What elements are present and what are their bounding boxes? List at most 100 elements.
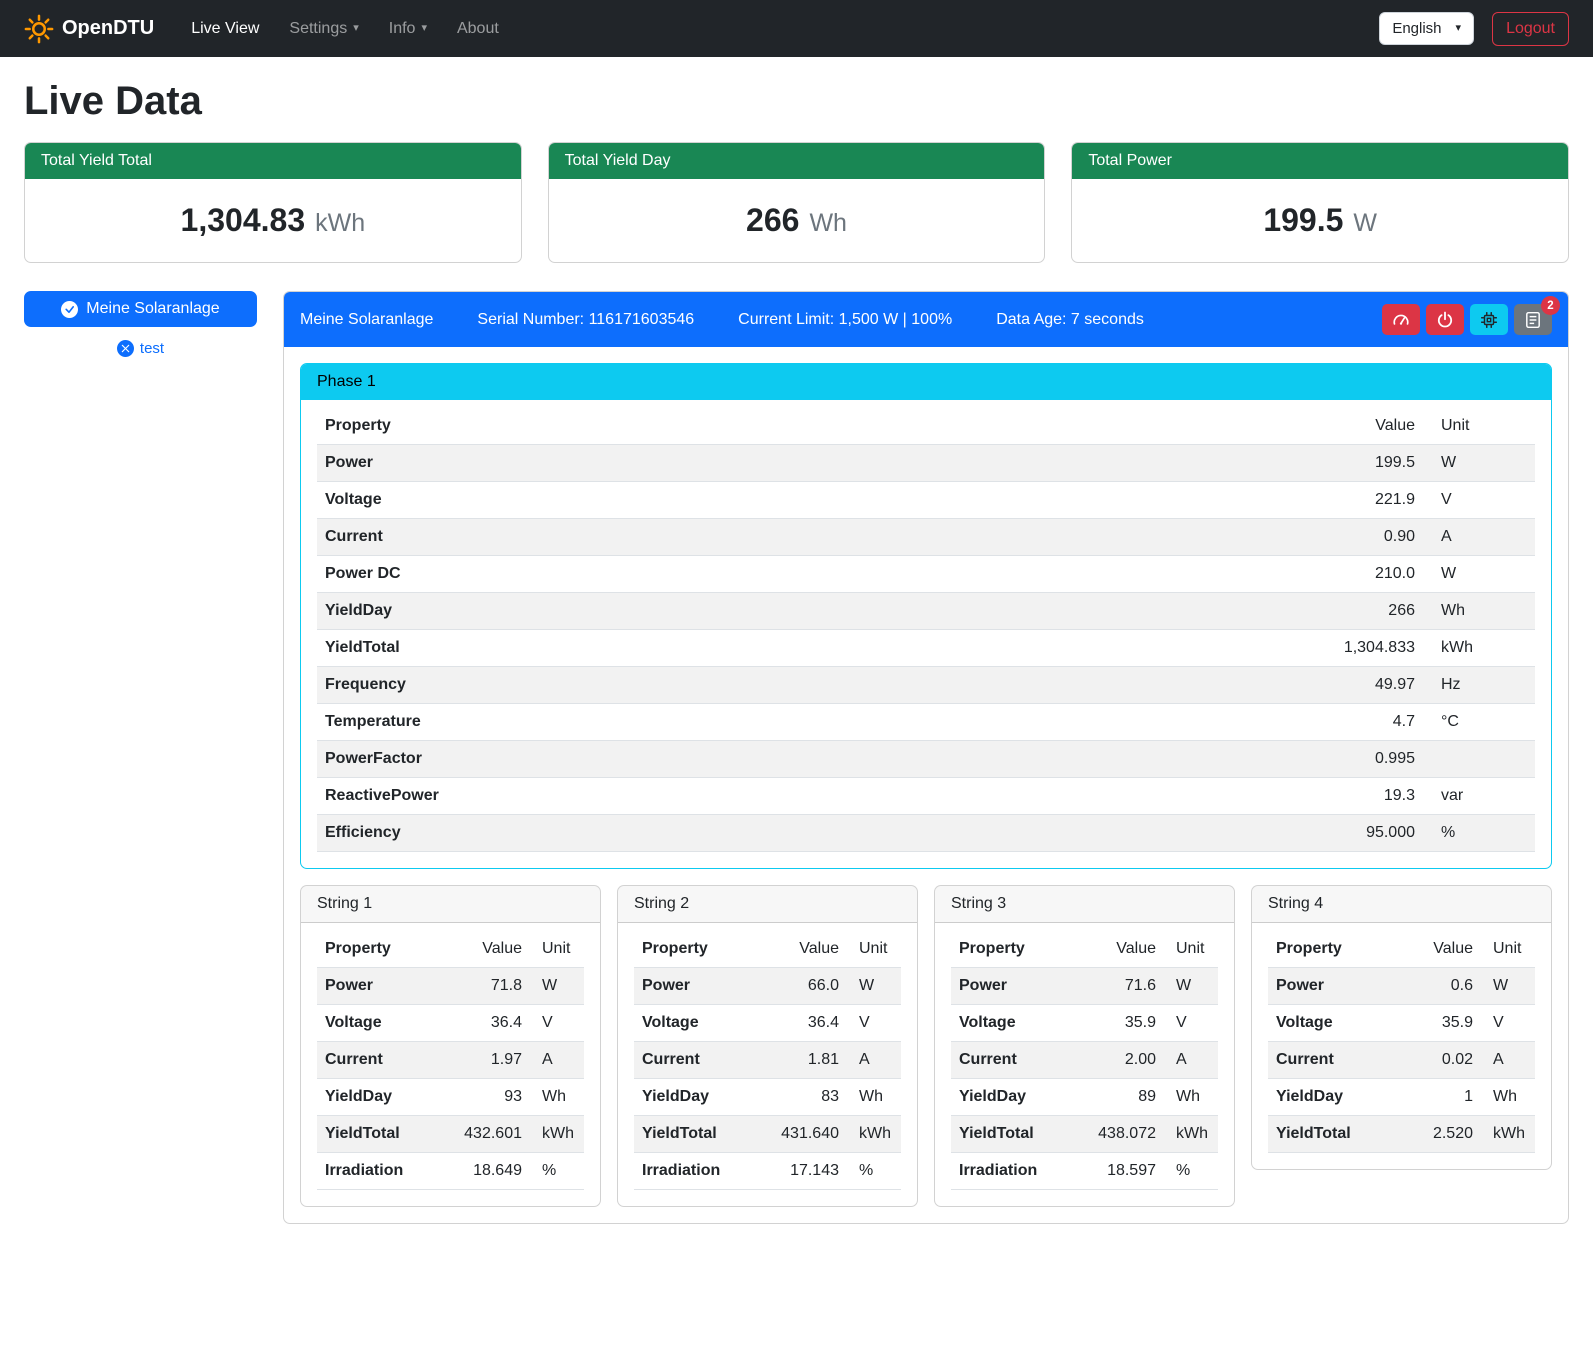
cell-property: Current: [317, 1042, 444, 1079]
cell-unit: kWh: [530, 1116, 584, 1153]
inverter-select-button-test[interactable]: test: [24, 340, 257, 357]
cell-unit: Wh: [530, 1079, 584, 1116]
table-header-row: Property Value Unit: [317, 408, 1535, 445]
navbar: OpenDTU Live View Settings ▾ Info ▾ Abou…: [0, 0, 1593, 57]
table-row: Irradiation18.597%: [951, 1153, 1218, 1190]
cell-value: 35.9: [1078, 1005, 1164, 1042]
string-card-title: String 3: [935, 886, 1234, 923]
table-row: Current0.90A: [317, 519, 1535, 556]
cell-value: 49.97: [1253, 667, 1423, 704]
table-row: Power71.8W: [317, 968, 584, 1005]
cell-value: 2.520: [1395, 1116, 1481, 1153]
cell-unit: Hz: [1423, 667, 1535, 704]
string-3-card: String 3 Property Value Unit: [934, 885, 1235, 1207]
table-row: Irradiation18.649%: [317, 1153, 584, 1190]
string-card-title: String 2: [618, 886, 917, 923]
column-header-property: Property: [317, 408, 1253, 445]
cell-unit: kWh: [847, 1116, 901, 1153]
cell-value: 2.00: [1078, 1042, 1164, 1079]
column-header-value: Value: [761, 931, 847, 968]
column-header-property: Property: [634, 931, 761, 968]
event-log-button[interactable]: 2: [1514, 304, 1552, 335]
table-row: Efficiency95.000%: [317, 815, 1535, 852]
table-row: YieldTotal2.520kWh: [1268, 1116, 1535, 1153]
cell-unit: Wh: [1423, 593, 1535, 630]
cell-value: 1,304.833: [1253, 630, 1423, 667]
column-header-property: Property: [1268, 931, 1395, 968]
power-icon: [1436, 311, 1454, 329]
cell-property: YieldTotal: [317, 630, 1253, 667]
cell-unit: A: [1423, 519, 1535, 556]
table-row: PowerFactor0.995: [317, 741, 1535, 778]
cell-value: 66.0: [761, 968, 847, 1005]
column-header-value: Value: [444, 931, 530, 968]
table-row: Current1.81A: [634, 1042, 901, 1079]
cell-value: 89: [1078, 1079, 1164, 1116]
table-row: Current2.00A: [951, 1042, 1218, 1079]
cell-value: 93: [444, 1079, 530, 1116]
cell-property: Power: [951, 968, 1078, 1005]
cell-value: 18.597: [1078, 1153, 1164, 1190]
stat-card-title: Total Yield Day: [549, 143, 1045, 179]
column-header-property: Property: [951, 931, 1078, 968]
cell-unit: A: [847, 1042, 901, 1079]
table-row: Power DC210.0W: [317, 556, 1535, 593]
cell-property: ReactivePower: [317, 778, 1253, 815]
cell-property: YieldDay: [1268, 1079, 1395, 1116]
cell-value: 0.995: [1253, 741, 1423, 778]
cell-unit: Wh: [1481, 1079, 1535, 1116]
cell-value: 199.5: [1253, 445, 1423, 482]
string-card-title: String 1: [301, 886, 600, 923]
brand[interactable]: OpenDTU: [24, 14, 154, 44]
inverter-name: Meine Solaranlage: [300, 311, 433, 329]
stat-card-unit: kWh: [315, 209, 365, 238]
inverter-select-button-meine-solaranlage[interactable]: Meine Solaranlage: [24, 291, 257, 327]
cell-unit: kWh: [1423, 630, 1535, 667]
cell-value: 1: [1395, 1079, 1481, 1116]
cell-unit: A: [1164, 1042, 1218, 1079]
table-row: Power0.6W: [1268, 968, 1535, 1005]
power-toggle-button[interactable]: [1426, 304, 1464, 335]
chevron-down-icon: ▾: [1456, 23, 1462, 34]
nav-about[interactable]: About: [444, 12, 512, 46]
table-row: YieldTotal432.601kWh: [317, 1116, 584, 1153]
cell-property: Efficiency: [317, 815, 1253, 852]
journal-icon: [1524, 311, 1542, 329]
table-row: Power71.6W: [951, 968, 1218, 1005]
table-row: Voltage35.9V: [951, 1005, 1218, 1042]
inverter-selector-column: Meine Solaranlage test: [24, 291, 257, 357]
logout-button[interactable]: Logout: [1492, 12, 1569, 46]
nav-live-view[interactable]: Live View: [178, 12, 272, 46]
inverter-select-label: test: [140, 340, 164, 357]
event-count-badge: 2: [1541, 296, 1560, 315]
cell-property: Current: [634, 1042, 761, 1079]
cell-unit: W: [530, 968, 584, 1005]
device-info-button[interactable]: [1470, 304, 1508, 335]
string-1-card: String 1 Property Value Unit: [300, 885, 601, 1207]
column-header-unit: Unit: [847, 931, 901, 968]
stat-card-value: 199.5: [1263, 202, 1343, 239]
phase-card: Phase 1 Property Value Unit Power199.5WV…: [300, 363, 1552, 869]
stat-card-value: 1,304.83: [181, 202, 306, 239]
language-select[interactable]: English ▾: [1379, 12, 1474, 45]
cell-property: YieldTotal: [317, 1116, 444, 1153]
cell-property: Voltage: [634, 1005, 761, 1042]
column-header-value: Value: [1078, 931, 1164, 968]
cell-value: 18.649: [444, 1153, 530, 1190]
cell-property: Temperature: [317, 704, 1253, 741]
nav-info[interactable]: Info ▾: [376, 12, 440, 46]
cell-property: Irradiation: [951, 1153, 1078, 1190]
table-row: YieldTotal1,304.833kWh: [317, 630, 1535, 667]
limit-settings-button[interactable]: [1382, 304, 1420, 335]
nav-settings[interactable]: Settings ▾: [276, 12, 371, 46]
string-4-table: Property Value Unit Power0.6WVoltage35.9…: [1268, 931, 1535, 1153]
column-header-unit: Unit: [1423, 408, 1535, 445]
inverter-card-header: Meine Solaranlage Serial Number: 1161716…: [284, 292, 1568, 347]
phase-card-title: Phase 1: [301, 364, 1551, 400]
column-header-unit: Unit: [530, 931, 584, 968]
table-row: Current0.02A: [1268, 1042, 1535, 1079]
table-header-row: Property Value Unit: [1268, 931, 1535, 968]
cell-value: 431.640: [761, 1116, 847, 1153]
cell-property: Voltage: [1268, 1005, 1395, 1042]
cell-value: 36.4: [761, 1005, 847, 1042]
